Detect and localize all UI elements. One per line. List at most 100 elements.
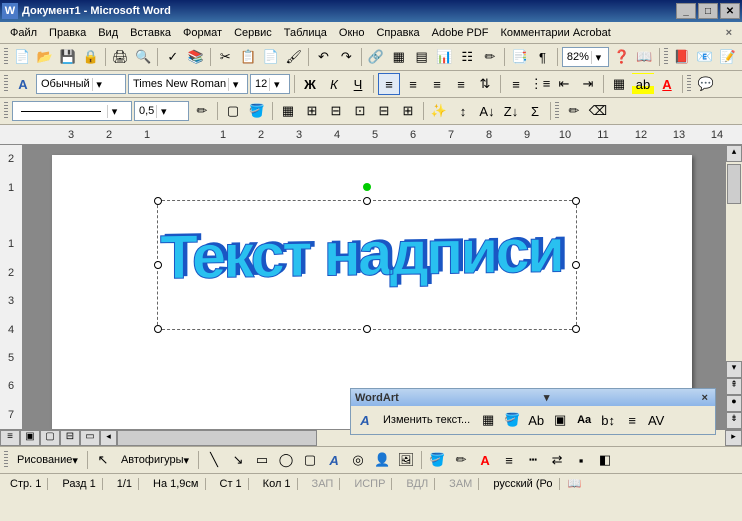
drawing-menu[interactable]: Рисование ▾ [12,451,83,470]
save-icon[interactable]: 💾 [57,46,78,68]
style-combo[interactable]: Обычный▾ [36,74,126,94]
line-color-icon[interactable]: ✏ [450,449,472,471]
rectangle-icon[interactable]: ▭ [251,449,273,471]
shadow-icon[interactable]: ▪ [570,449,592,471]
font-color-icon[interactable]: A [474,449,496,471]
drawing-icon[interactable]: ✏ [480,46,501,68]
pen-color-icon[interactable]: ✏ [191,100,213,122]
vertical-text-icon[interactable]: b↕ [597,409,619,431]
align-center-icon[interactable]: ≡ [402,73,424,95]
insert-wordart-icon[interactable]: A [323,449,345,471]
wordart-text[interactable]: Текст надписи [160,215,562,293]
font-combo[interactable]: Times New Roman▾ [128,74,248,94]
text-direction-icon[interactable]: ↕ [452,100,474,122]
print-preview-icon[interactable]: 🔍 [133,46,154,68]
toolbar-grip[interactable] [555,102,559,120]
toolbar-grip[interactable] [687,75,691,93]
sort-asc-icon[interactable]: A↓ [476,100,498,122]
sort-desc-icon[interactable]: Z↓ [500,100,522,122]
autoshapes-menu[interactable]: Автофигуры ▾ [116,451,194,470]
menu-window[interactable]: Окно [333,25,371,41]
highlight-icon[interactable]: ab [632,73,654,95]
scroll-thumb[interactable] [117,430,317,446]
insert-picture-icon[interactable]: 🖼 [395,449,417,471]
dash-style-icon[interactable]: ┅ [522,449,544,471]
scroll-down-button[interactable]: ▾ [726,361,742,378]
format-painter-icon[interactable]: 🖌 [283,46,304,68]
resize-handle[interactable] [363,197,371,205]
resize-handle[interactable] [154,197,162,205]
redo-icon[interactable]: ↷ [336,46,357,68]
wordart-shape-icon[interactable]: Ab [525,409,547,431]
help-icon[interactable]: ❓ [611,46,632,68]
zoom-combo[interactable]: 82%▾ [562,47,609,67]
pdf-review-icon[interactable]: 📝 [717,46,738,68]
wordart-toolbar-close[interactable]: × [699,392,711,404]
normal-view-icon[interactable]: ≡ [0,430,20,446]
reading-view-icon[interactable]: ▭ [80,430,100,446]
text-wrapping-icon[interactable]: ▣ [549,409,571,431]
resize-handle[interactable] [154,325,162,333]
alignment-icon[interactable]: ≡ [621,409,643,431]
resize-handle[interactable] [572,261,580,269]
status-trk[interactable]: ИСПР [348,478,392,490]
wordart-gallery-icon[interactable]: ▦ [477,409,499,431]
eraser-icon[interactable]: ⌫ [587,100,609,122]
cut-icon[interactable]: ✂ [215,46,236,68]
hyperlink-icon[interactable]: 🔗 [366,46,387,68]
spellcheck-icon[interactable]: ✓ [162,46,183,68]
wordart-object[interactable]: Текст надписи [157,200,577,330]
insert-wordart-icon[interactable]: A [354,409,376,431]
bold-button[interactable]: Ж [299,73,321,95]
resize-handle[interactable] [572,325,580,333]
3d-icon[interactable]: ◧ [594,449,616,471]
shading-color-icon[interactable]: 🪣 [246,100,268,122]
edit-text-button[interactable]: Изменить текст... [378,411,475,429]
table-autoformat-icon[interactable]: ✨ [428,100,450,122]
merge-cells-icon[interactable]: ⊞ [301,100,323,122]
insert-table-icon[interactable]: ▦ [277,100,299,122]
menu-adobe[interactable]: Adobe PDF [426,25,495,41]
resize-handle[interactable] [363,325,371,333]
diagram-icon[interactable]: ◎ [347,449,369,471]
horizontal-ruler[interactable]: 3211234567891011121314151617 [0,125,742,145]
char-spacing-icon[interactable]: AV [645,409,667,431]
format-wordart-icon[interactable]: 🪣 [501,409,523,431]
browse-object-button[interactable]: ● [726,395,742,412]
scroll-left-button[interactable]: ◂ [100,430,117,446]
font-size-combo[interactable]: 12▾ [250,74,290,94]
menu-format[interactable]: Формат [177,25,228,41]
toolbar-options-icon[interactable]: ▾ [544,391,550,404]
select-objects-icon[interactable]: ↖ [92,449,114,471]
open-icon[interactable]: 📂 [35,46,56,68]
minimize-button[interactable]: _ [676,3,696,19]
pdf-convert-icon[interactable]: 📕 [672,46,693,68]
clipart-icon[interactable]: 👤 [371,449,393,471]
read-icon[interactable]: 📖 [634,46,655,68]
align-cell-icon[interactable]: ⊡ [349,100,371,122]
resize-handle[interactable] [572,197,580,205]
new-document-icon[interactable]: 📄 [12,46,33,68]
status-spellcheck-icon[interactable]: 📖 [568,477,582,490]
tables-borders-icon[interactable]: ▦ [388,46,409,68]
italic-button[interactable]: К [323,73,345,95]
fill-color-icon[interactable]: 🪣 [426,449,448,471]
close-button[interactable]: ✕ [720,3,740,19]
distribute-cols-icon[interactable]: ⊞ [397,100,419,122]
align-left-icon[interactable]: ≡ [378,73,400,95]
align-justify-icon[interactable]: ≡ [450,73,472,95]
borders-icon[interactable]: ▦ [608,73,630,95]
vertical-scrollbar[interactable]: ▴ ▾ ⇞ ● ⇟ [725,145,742,429]
menu-insert[interactable]: Вставка [124,25,177,41]
distribute-rows-icon[interactable]: ⊟ [373,100,395,122]
menu-edit[interactable]: Правка [43,25,92,41]
line-spacing-icon[interactable]: ⇅ [474,73,496,95]
numbered-list-icon[interactable]: ≡ [505,73,527,95]
docmap-icon[interactable]: 📑 [509,46,530,68]
menu-help[interactable]: Справка [370,25,425,41]
vertical-ruler[interactable]: 211234567 [0,145,22,429]
bulleted-list-icon[interactable]: ⋮≡ [529,73,551,95]
insert-table-icon[interactable]: ▤ [411,46,432,68]
pdf-mail-icon[interactable]: 📧 [694,46,715,68]
status-rec[interactable]: ЗАП [306,478,341,490]
